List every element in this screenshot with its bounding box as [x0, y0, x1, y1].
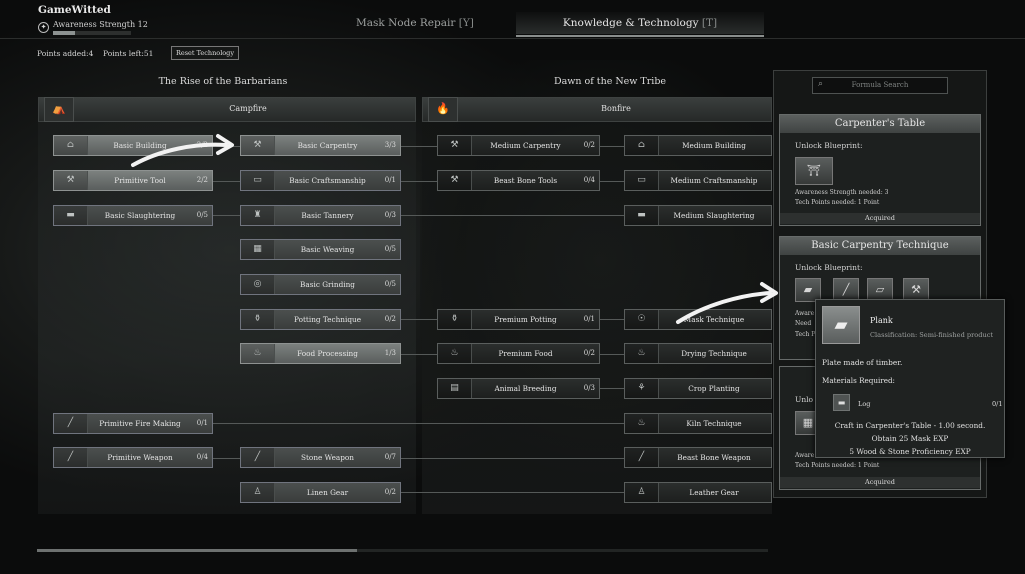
annotation-arrows	[131, 134, 778, 324]
scrollbar-thumb[interactable]	[37, 549, 357, 552]
